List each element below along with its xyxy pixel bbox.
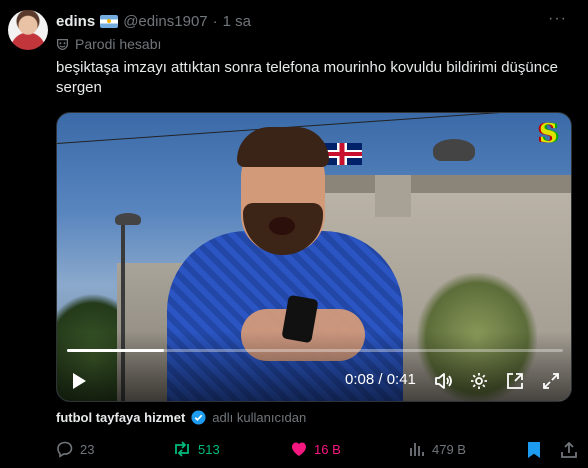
argentina-flag-icon bbox=[100, 14, 119, 28]
share-button[interactable] bbox=[560, 441, 578, 464]
parody-mask-icon bbox=[56, 38, 69, 50]
bookmark-button[interactable] bbox=[526, 441, 542, 464]
share-icon bbox=[561, 441, 577, 458]
source-account-name[interactable]: futbol tayfaya hizmet bbox=[56, 410, 185, 425]
fullscreen-button[interactable] bbox=[539, 369, 563, 393]
repost-icon bbox=[175, 441, 189, 457]
volume-button[interactable] bbox=[431, 369, 455, 393]
play-icon bbox=[73, 373, 86, 389]
scene-tower bbox=[375, 175, 411, 217]
settings-button[interactable] bbox=[467, 369, 491, 393]
picture-in-picture-button[interactable] bbox=[503, 369, 527, 393]
avatar[interactable] bbox=[8, 10, 48, 50]
verified-badge-icon bbox=[191, 410, 206, 425]
repost-count: 513 bbox=[198, 441, 220, 457]
reply-count: 23 bbox=[80, 441, 95, 457]
watermark-logo: S bbox=[539, 119, 558, 149]
heart-icon bbox=[292, 442, 306, 456]
tweet-text: beşiktaşa imzayı attıktan sonra telefona… bbox=[56, 59, 558, 96]
analytics-icon bbox=[410, 443, 424, 456]
video-time: 0:08 / 0:41 bbox=[345, 371, 416, 388]
like-count: 16 B bbox=[314, 441, 341, 457]
play-button[interactable] bbox=[67, 369, 91, 393]
tweet-header: edins @edins1907 · 1 sa bbox=[56, 12, 251, 30]
display-name[interactable]: edins bbox=[56, 13, 95, 30]
video-progress-fill bbox=[67, 349, 164, 352]
views-button[interactable]: 479 B bbox=[408, 440, 466, 458]
parody-label-row: Parodi hesabı bbox=[56, 36, 161, 52]
separator-dot: · bbox=[212, 12, 218, 30]
timestamp[interactable]: 1 sa bbox=[223, 13, 251, 30]
view-count: 479 B bbox=[432, 441, 466, 457]
reply-button[interactable]: 23 bbox=[56, 440, 94, 458]
video-player[interactable]: S 0:08 / 0:41 bbox=[56, 112, 572, 402]
fullscreen-icon bbox=[543, 373, 559, 389]
like-button[interactable]: 16 B bbox=[290, 440, 341, 458]
user-handle[interactable]: @edins1907 bbox=[123, 13, 207, 30]
person-mouth bbox=[269, 217, 295, 235]
gear-icon bbox=[471, 373, 487, 389]
source-suffix: adlı kullanıcıdan bbox=[212, 410, 307, 425]
repost-button[interactable]: 513 bbox=[172, 440, 220, 458]
volume-icon bbox=[435, 373, 452, 389]
street-lamp-left bbox=[115, 213, 141, 225]
bookmark-icon bbox=[528, 442, 540, 458]
reply-icon bbox=[57, 441, 73, 458]
controls-overlay bbox=[57, 331, 571, 401]
street-lamp bbox=[433, 139, 475, 161]
parody-label: Parodi hesabı bbox=[75, 36, 162, 52]
pip-icon bbox=[507, 373, 523, 389]
person-hair bbox=[237, 127, 329, 167]
video-source-attribution: futbol tayfaya hizmet adlı kullanıcıdan bbox=[56, 410, 306, 425]
more-options-icon[interactable]: ··· bbox=[548, 10, 567, 28]
video-progress-bar[interactable] bbox=[67, 349, 563, 352]
